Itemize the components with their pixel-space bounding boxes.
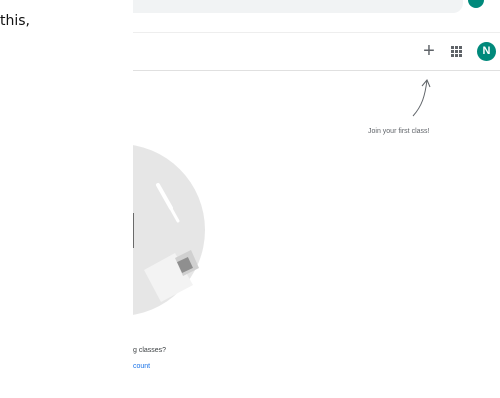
account-avatar[interactable]: N (477, 42, 496, 61)
top-account-icon[interactable] (468, 0, 484, 8)
top-divider (133, 32, 500, 33)
header-divider (133, 70, 500, 71)
empty-state-illustration (133, 145, 205, 315)
apps-grid-icon[interactable] (449, 44, 463, 58)
classroom-window: + N Join your first class! g classes? co… (133, 0, 500, 398)
document-text: this, (0, 13, 30, 29)
switch-account-question: g classes? (133, 347, 167, 354)
search-bar[interactable] (133, 0, 463, 13)
switch-account-link[interactable]: count (133, 363, 150, 370)
join-create-class-button[interactable]: + (420, 41, 438, 61)
join-first-class-hint: Join your first class! (368, 128, 430, 135)
hint-arrow-icon (412, 79, 431, 117)
